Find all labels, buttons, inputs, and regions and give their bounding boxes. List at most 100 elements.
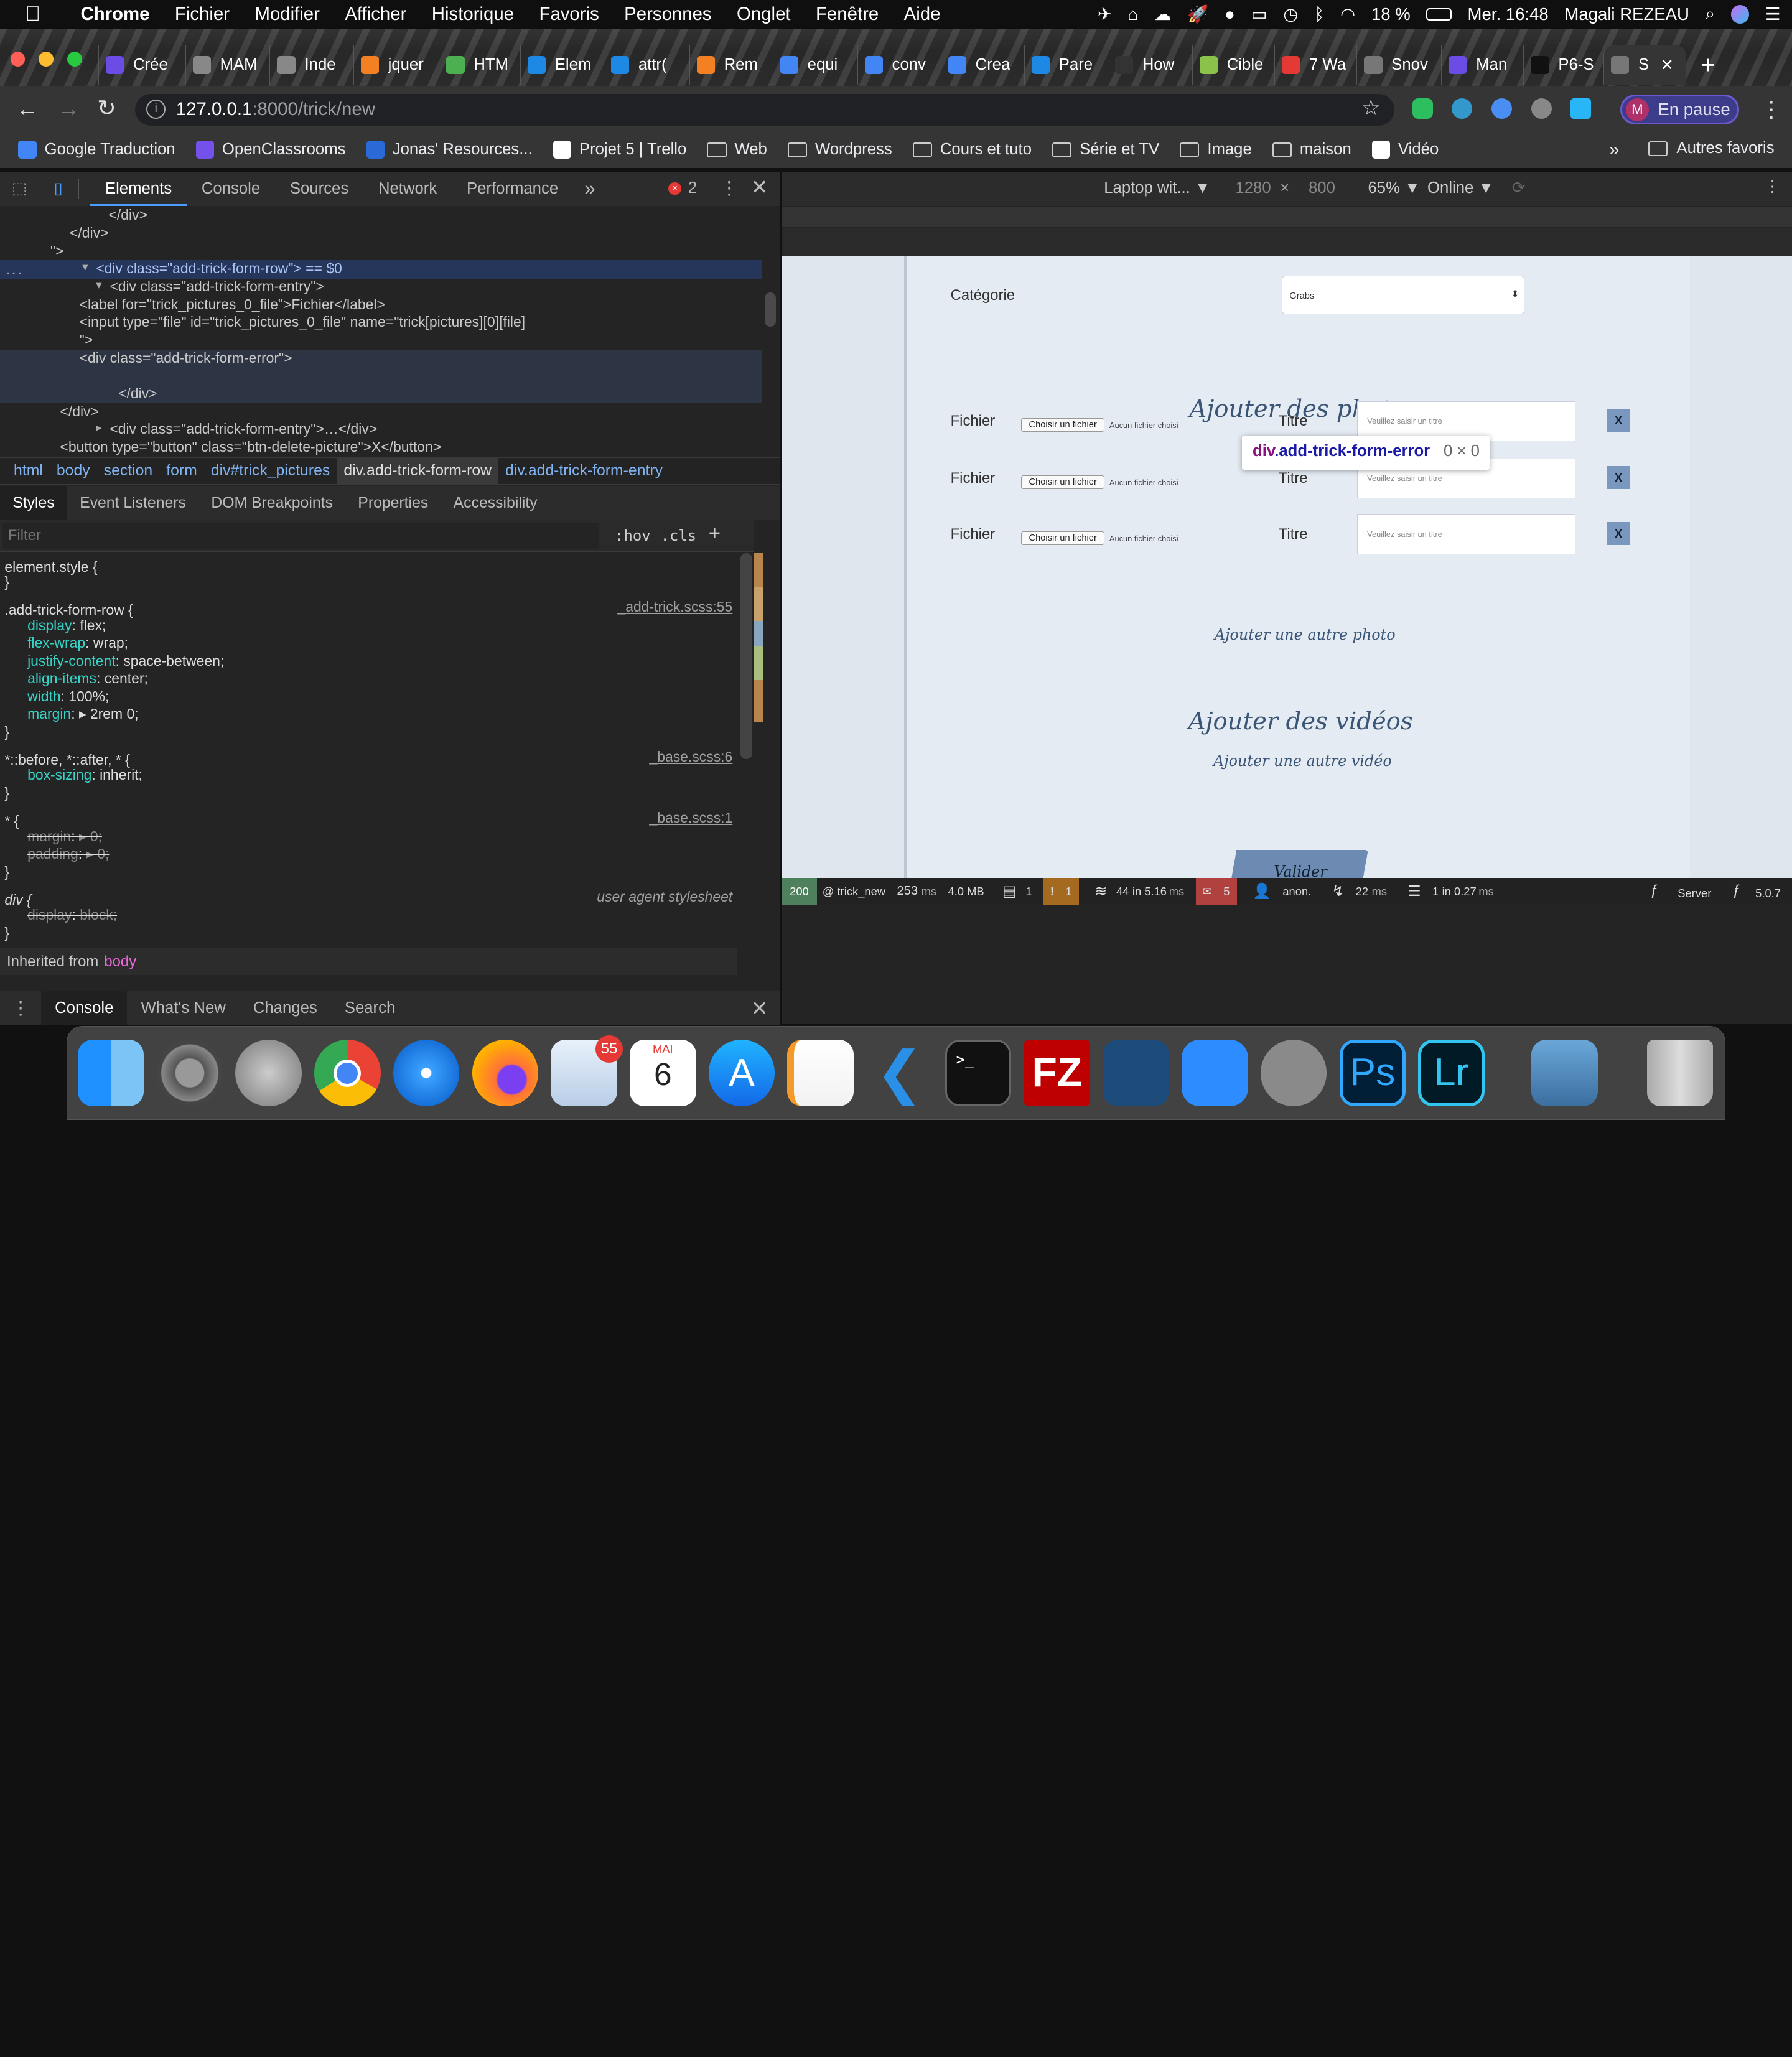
zoom-select[interactable]: 65% ▼ (1368, 179, 1421, 197)
devtools-tab-sources[interactable]: Sources (275, 172, 363, 206)
css-rule[interactable]: div {user agent stylesheet display: block… (0, 886, 737, 947)
dom-node-line[interactable]: <label for="trick_pictures_0_file">Fichi… (0, 296, 762, 314)
browser-tab[interactable]: attr( (603, 45, 689, 85)
status-app-icon[interactable]: ⌂ (1128, 4, 1139, 24)
drawer-tab[interactable]: Search (331, 991, 409, 1025)
breadcrumb-item[interactable]: section (97, 457, 160, 485)
server-label[interactable]: Server (1678, 887, 1711, 900)
creative-cloud-icon[interactable]: ☁ (1154, 4, 1172, 24)
other-bookmarks[interactable]: Autres favoris (1648, 139, 1775, 157)
close-window-button[interactable] (10, 51, 26, 67)
drawer-tab[interactable]: What's New (127, 991, 239, 1025)
time-machine-icon[interactable]: ◷ (1283, 4, 1298, 24)
forward-button[interactable]: → (57, 96, 80, 122)
dom-tree-scrollbar[interactable] (764, 292, 777, 327)
css-source-link[interactable]: _base.scss:6 (649, 749, 732, 765)
airplay-icon[interactable]: ▭ (1251, 4, 1267, 24)
css-declaration[interactable]: margin: ▸ 2rem 0; (4, 706, 737, 723)
more-tabs-button[interactable]: » (573, 177, 607, 200)
add-photo-link[interactable]: Ajouter une autre photo (1215, 626, 1396, 643)
devtools-tab-elements[interactable]: Elements (90, 172, 187, 206)
chrome-icon[interactable] (314, 1040, 381, 1106)
browser-tab[interactable]: HTM (439, 45, 520, 85)
system-preferences-icon[interactable] (156, 1040, 223, 1106)
css-declaration[interactable]: justify-content: space-between; (4, 653, 737, 670)
browser-tab[interactable]: Inde (269, 45, 353, 85)
drawer-menu-icon[interactable]: ⋮ (0, 997, 41, 1019)
css-declaration[interactable]: width: 100%; (4, 688, 737, 706)
choose-file-button[interactable]: Choisir un fichier (1021, 475, 1104, 489)
extension-icon[interactable] (1531, 98, 1552, 119)
dom-node-line[interactable]: ▾ … <div class="add-trick-form-row"> == $… (0, 258, 763, 279)
app-store-icon[interactable]: A (708, 1040, 775, 1106)
mysql-workbench-icon[interactable] (1103, 1040, 1169, 1106)
bookmark-item[interactable]: Jonas' Resources... (366, 140, 533, 159)
photoshop-icon[interactable]: Ps (1339, 1040, 1406, 1106)
css-declaration[interactable]: flex-wrap: wrap; (4, 635, 737, 652)
http-status[interactable]: 200 (782, 877, 817, 905)
menu-item-fichier[interactable]: Fichier (162, 4, 243, 25)
siri-icon[interactable] (1730, 5, 1750, 24)
clock[interactable]: Mer. 16:48 (1468, 4, 1549, 24)
user-name[interactable]: Magali REZEAU (1564, 4, 1689, 24)
browser-tab[interactable]: 7 Wa (1274, 45, 1356, 85)
media-query-bar[interactable] (782, 207, 1792, 228)
new-tab-button[interactable]: + (1701, 50, 1715, 80)
choose-file-button[interactable]: Choisir un fichier (1021, 531, 1104, 545)
network-throttle-select[interactable]: Online ▼ (1427, 179, 1494, 197)
add-video-link[interactable]: Ajouter une autre vidéo (1213, 752, 1392, 770)
symfony-version[interactable]: 5.0.7 (1755, 887, 1781, 900)
dom-node-line[interactable]: <input type="file" id="trick_pictures_0_… (0, 314, 762, 332)
minimize-window-button[interactable] (39, 51, 54, 67)
profile-button[interactable]: M En pause (1620, 95, 1740, 125)
notification-center-icon[interactable]: ☰ (1765, 4, 1781, 24)
styles-subtab[interactable]: Styles (0, 485, 67, 520)
devtools-menu-icon[interactable]: ⋮ (720, 177, 738, 199)
browser-tab[interactable]: equi (772, 45, 857, 85)
expand-arrow-icon[interactable]: ▾ (82, 260, 88, 274)
firefox-icon[interactable] (472, 1040, 539, 1106)
styles-subtab[interactable]: Properties (345, 486, 441, 520)
menu-app-name[interactable]: Chrome (53, 4, 162, 25)
devtools-tab-network[interactable]: Network (363, 172, 452, 206)
title-input[interactable]: Veuillez saisir un titre (1357, 514, 1576, 554)
browser-tab[interactable]: Elem (520, 45, 604, 85)
css-rule[interactable]: .add-trick-form-row {_add-trick.scss:55 d… (0, 597, 737, 745)
bookmark-item[interactable]: Image (1180, 141, 1252, 159)
safari-icon[interactable] (393, 1040, 460, 1106)
styles-subtab[interactable]: Event Listeners (67, 486, 198, 520)
browser-tab[interactable]: Rem (689, 45, 773, 85)
breadcrumb-item[interactable]: div.add-trick-form-row (337, 457, 499, 485)
selected-node-ellipsis[interactable]: … (4, 258, 22, 279)
forms-count[interactable]: 1 (1025, 885, 1032, 898)
dom-node-line[interactable]: ▾ <div class="add-trick-form-entry"> (0, 278, 762, 296)
bookmark-item[interactable]: Série et TV (1052, 141, 1159, 159)
trash-icon[interactable] (1646, 1040, 1714, 1106)
css-declaration[interactable]: margin: ▸ 0; (4, 828, 737, 846)
device-select[interactable]: Laptop wit... ▼ (1104, 179, 1210, 197)
cls-toggle[interactable]: .cls (661, 527, 696, 544)
drawer-tab[interactable]: Changes (240, 991, 331, 1025)
filezilla-icon[interactable]: FZ (1024, 1040, 1091, 1106)
browser-tab[interactable]: conv (857, 45, 941, 85)
close-tab-icon[interactable]: ✕ (1660, 56, 1674, 75)
css-rule[interactable]: element.style {} (0, 553, 737, 596)
dom-node-line[interactable]: <button type="button" class="btn-delete-… (0, 439, 762, 456)
mamp-icon[interactable] (1260, 1040, 1327, 1106)
bookmark-item[interactable]: Google Traduction (18, 140, 175, 159)
bookmark-item[interactable]: Projet 5 | Trello (553, 140, 686, 159)
dom-node-line[interactable]: </div> (0, 225, 762, 243)
css-declaration[interactable]: box-sizing: inherit; (4, 767, 737, 784)
browser-tab[interactable]: MAM (185, 45, 270, 85)
back-button[interactable]: ← (16, 96, 39, 122)
zoom-icon[interactable] (1182, 1040, 1248, 1106)
launchpad-icon[interactable] (235, 1040, 302, 1106)
bookmark-item[interactable]: Cours et tuto (912, 141, 1032, 159)
css-source-link[interactable]: _add-trick.scss:55 (617, 599, 732, 615)
dom-node-line[interactable]: </div> (0, 403, 762, 421)
security-user[interactable]: anon. (1282, 885, 1311, 898)
breadcrumb-item[interactable]: form (159, 457, 204, 485)
browser-tab[interactable]: P6-S (1523, 45, 1603, 85)
zoom-window-button[interactable] (67, 51, 83, 67)
css-declaration[interactable]: padding: ▸ 0; (4, 846, 737, 863)
